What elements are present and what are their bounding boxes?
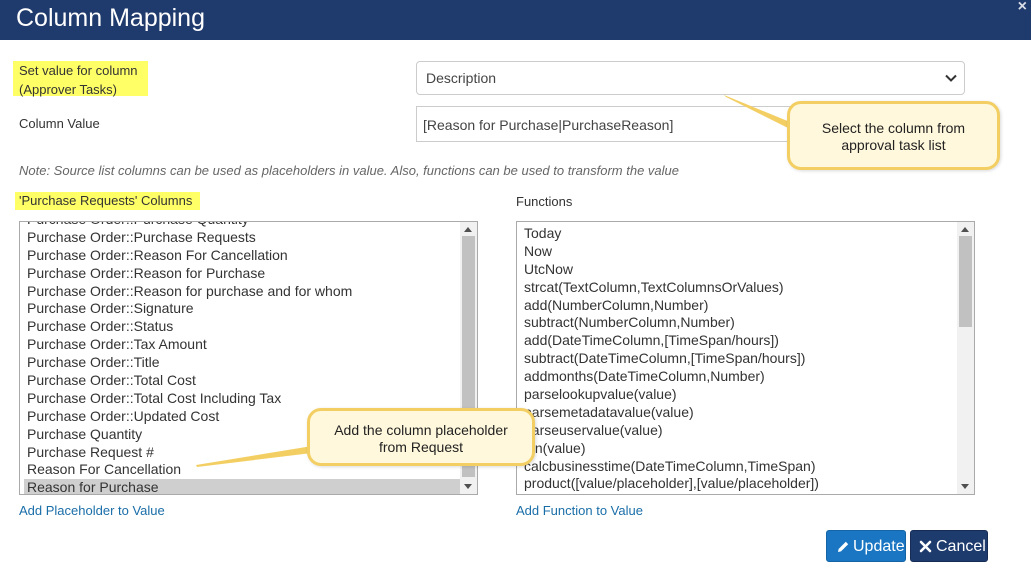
add-function-link[interactable]: Add Function to Value bbox=[516, 503, 643, 518]
function-item[interactable]: addmonths(DateTimeColumn,Number) bbox=[517, 368, 957, 386]
add-placeholder-link[interactable]: Add Placeholder to Value bbox=[19, 503, 165, 518]
function-item[interactable]: len(value) bbox=[517, 440, 957, 458]
source-column-item[interactable]: Purchase Order::Title bbox=[20, 354, 460, 372]
function-item[interactable]: strcat(TextColumn,TextColumnsOrValues) bbox=[517, 279, 957, 297]
functions-items: Today Now UtcNow strcat(TextColumn,TextColu… bbox=[517, 225, 957, 493]
column-value-text: [Reason for Purchase|PurchaseReason] bbox=[423, 117, 674, 133]
set-value-label-line2: (Approver Tasks) bbox=[19, 82, 118, 97]
function-item[interactable]: parsemetadatavalue(value) bbox=[517, 404, 957, 422]
function-item[interactable]: parseuservalue(value) bbox=[517, 422, 957, 440]
source-column-item[interactable]: Purchase Order::Purchase Requests bbox=[20, 229, 460, 247]
source-columns-label: 'Purchase Requests' Columns bbox=[15, 192, 201, 210]
callout-select-column: Select the column from approval task lis… bbox=[787, 101, 1000, 170]
source-column-item[interactable]: Purchase Order::Reason for Purchase bbox=[20, 265, 460, 283]
function-item[interactable]: product([value/placeholder],[value/place… bbox=[517, 475, 957, 493]
function-item[interactable]: parselookupvalue(value) bbox=[517, 386, 957, 404]
scroll-down-icon[interactable] bbox=[464, 484, 472, 489]
callout-add-placeholder: Add the column placeholder from Request bbox=[307, 408, 535, 466]
column-select[interactable]: Description bbox=[416, 61, 965, 95]
source-column-item[interactable]: Purchase Order::Status bbox=[20, 318, 460, 336]
column-select-value: Description bbox=[426, 70, 497, 86]
pencil-icon bbox=[838, 541, 849, 552]
update-button[interactable]: Update bbox=[826, 530, 906, 562]
source-column-item[interactable]: Purchase Order::Purchase Quantity bbox=[20, 222, 460, 229]
source-column-item[interactable]: Purchase Order::Reason For Cancellation bbox=[20, 247, 460, 265]
function-item[interactable]: Now bbox=[517, 243, 957, 261]
function-item[interactable]: add(NumberColumn,Number) bbox=[517, 297, 957, 315]
source-column-item[interactable]: Purchase Order::Signature bbox=[20, 300, 460, 318]
function-item[interactable]: subtract(NumberColumn,Number) bbox=[517, 314, 957, 332]
functions-label: Functions bbox=[516, 194, 573, 209]
functions-listbox[interactable]: Today Now UtcNow strcat(TextColumn,TextColu… bbox=[516, 221, 975, 495]
scroll-up-icon[interactable] bbox=[464, 227, 472, 232]
callout-select-column-line2: approval task list bbox=[841, 137, 946, 153]
function-item[interactable]: UtcNow bbox=[517, 261, 957, 279]
set-value-label-line1: Set value for column bbox=[19, 63, 138, 78]
scroll-up-icon[interactable] bbox=[961, 227, 969, 232]
cancel-button-label: Cancel bbox=[936, 538, 986, 555]
x-icon bbox=[919, 540, 932, 553]
function-item[interactable]: Today bbox=[517, 225, 957, 243]
scroll-down-icon[interactable] bbox=[961, 484, 969, 489]
column-value-label: Column Value bbox=[19, 116, 100, 131]
dialog-title-bar: Column Mapping × bbox=[0, 0, 1031, 40]
callout-select-column-line1: Select the column from bbox=[821, 120, 966, 136]
set-value-label: Set value for column (Approver Tasks) bbox=[13, 61, 148, 97]
update-button-label: Update bbox=[853, 538, 905, 555]
source-column-item[interactable]: Purchase Order::Reason for purchase and … bbox=[20, 283, 460, 301]
source-column-item[interactable]: Purchase Order::Tax Amount bbox=[20, 336, 460, 354]
callout-add-placeholder-line2: from Request bbox=[378, 439, 464, 455]
note-text: Note: Source list columns can be used as… bbox=[19, 163, 679, 178]
source-column-item[interactable]: Reason for Purchase bbox=[24, 479, 460, 494]
source-column-item[interactable]: Purchase Order::Total Cost Including Tax bbox=[20, 390, 460, 408]
cancel-button[interactable]: Cancel bbox=[910, 530, 988, 562]
function-item[interactable]: subtract(DateTimeColumn,[TimeSpan/hours]… bbox=[517, 350, 957, 368]
source-column-item[interactable]: Purchase Order::Total Cost bbox=[20, 372, 460, 390]
functions-scrollbar[interactable] bbox=[957, 222, 974, 494]
close-icon[interactable]: × bbox=[1018, 0, 1027, 16]
functions-scroll-thumb[interactable] bbox=[959, 236, 972, 328]
callout-add-placeholder-line1: Add the column placeholder bbox=[334, 422, 508, 438]
function-item[interactable]: calcbusinesstime(DateTimeColumn,TimeSpan… bbox=[517, 458, 957, 476]
dialog-title: Column Mapping bbox=[16, 4, 205, 32]
function-item[interactable]: add(DateTimeColumn,[TimeSpan/hours]) bbox=[517, 332, 957, 350]
chevron-down-icon bbox=[945, 74, 957, 82]
